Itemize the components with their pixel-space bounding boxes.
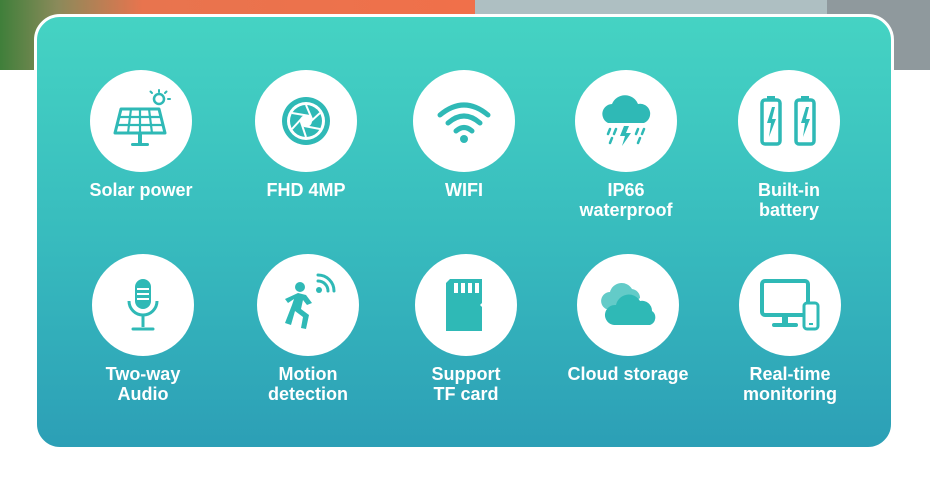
feature-label: Motion detection bbox=[267, 364, 348, 404]
solar-panel-icon bbox=[90, 70, 192, 172]
feature-solar-power: Solar power bbox=[56, 70, 226, 200]
cloud-icon bbox=[577, 254, 679, 356]
wifi-icon bbox=[413, 70, 515, 172]
feature-label: Cloud storage bbox=[567, 364, 689, 384]
feature-label: Solar power bbox=[89, 180, 193, 200]
motion-sensor-icon bbox=[257, 254, 359, 356]
feature-label: Real-time monitoring bbox=[743, 364, 837, 404]
feature-label: FHD 4MP bbox=[266, 180, 346, 200]
feature-motion-detection: Motion detection bbox=[223, 254, 393, 404]
sd-card-icon bbox=[415, 254, 517, 356]
feature-label: IP66 waterproof bbox=[579, 180, 673, 220]
feature-two-way-audio: Two-way Audio bbox=[58, 254, 228, 404]
feature-built-in-battery: Built-in battery bbox=[704, 70, 874, 220]
battery-icon bbox=[738, 70, 840, 172]
feature-label: Support TF card bbox=[431, 364, 501, 404]
monitor-phone-icon bbox=[739, 254, 841, 356]
feature-cloud-storage: Cloud storage bbox=[543, 254, 713, 384]
feature-real-time-monitoring: Real-time monitoring bbox=[705, 254, 875, 404]
feature-support-tf-card: Support TF card bbox=[381, 254, 551, 404]
feature-ip66-waterproof: IP66 waterproof bbox=[541, 70, 711, 220]
rain-cloud-icon bbox=[575, 70, 677, 172]
feature-label: Built-in battery bbox=[758, 180, 820, 220]
camera-aperture-icon bbox=[255, 70, 357, 172]
feature-label: WIFI bbox=[445, 180, 483, 200]
feature-label: Two-way Audio bbox=[105, 364, 181, 404]
feature-fhd-4mp: FHD 4MP bbox=[221, 70, 391, 200]
microphone-icon bbox=[92, 254, 194, 356]
feature-wifi: WIFI bbox=[379, 70, 549, 200]
